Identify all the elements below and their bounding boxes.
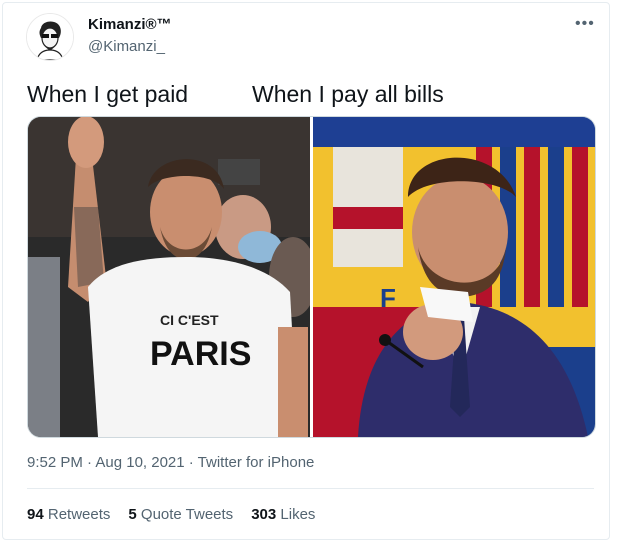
tweet-timestamp[interactable]: 9:52 PM · Aug 10, 2021 · Twitter for iPh…: [27, 454, 314, 471]
more-horizontal-icon[interactable]: •••: [575, 15, 595, 33]
quote-count: 5: [128, 506, 137, 523]
retweets-label: Retweets: [47, 506, 111, 523]
tweet-text: When I get paid When I pay all bills: [27, 81, 444, 107]
avatar[interactable]: [26, 13, 74, 61]
left-photo: CI C'EST PARIS: [28, 117, 317, 437]
likes-count: 303: [251, 506, 277, 523]
user-handle[interactable]: @Kimanzi_: [88, 38, 165, 55]
retweets-count: 94: [27, 506, 44, 523]
likes-stat[interactable]: 303 Likes: [251, 506, 315, 523]
display-name[interactable]: Kimanzi®™: [88, 16, 172, 33]
engagement-stats: 94 Retweets 5 Quote Tweets 303 Likes: [27, 506, 315, 523]
right-photo: F: [313, 117, 595, 437]
tweet-media[interactable]: CI C'EST PARIS F: [27, 116, 596, 438]
shirt-text-main: PARIS: [150, 335, 251, 373]
quote-label: Quote Tweets: [140, 506, 234, 523]
shirt-text-top: CI C'EST: [160, 312, 219, 328]
retweets-stat[interactable]: 94 Retweets: [27, 506, 110, 523]
crest-letter: F: [380, 283, 396, 313]
quote-tweets-stat[interactable]: 5 Quote Tweets: [128, 506, 233, 523]
divider-top: [27, 488, 594, 489]
likes-label: Likes: [280, 506, 316, 523]
